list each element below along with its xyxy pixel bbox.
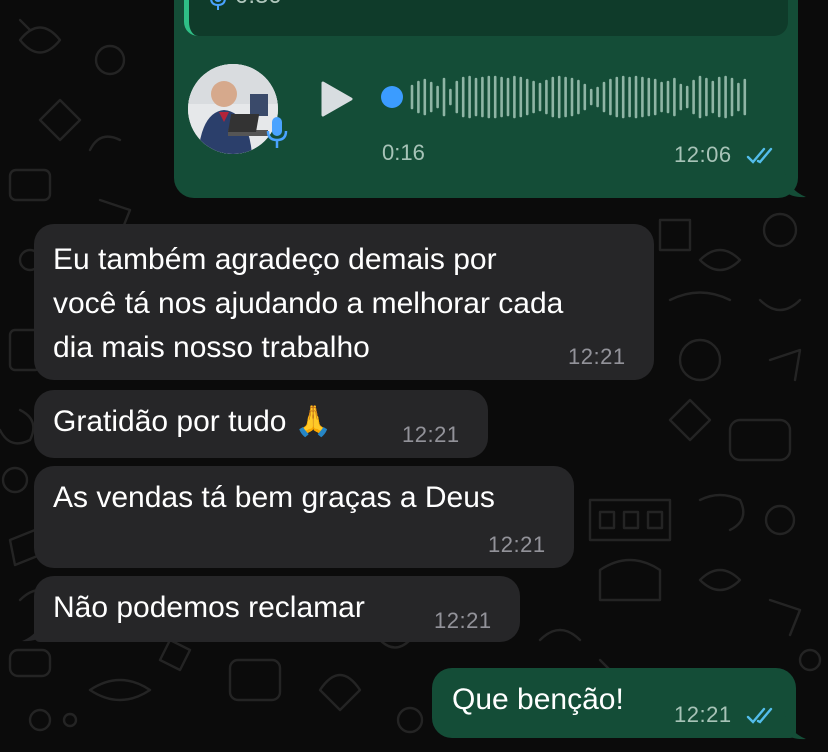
bubble-tail (784, 712, 806, 740)
message-text: Gratidão por tudo 🙏 (53, 405, 333, 438)
message-text: Não podemos reclamar (53, 591, 365, 624)
avatar[interactable] (188, 64, 278, 154)
quoted-voice-duration: 0:30 (235, 0, 282, 10)
mic-icon (209, 0, 227, 17)
message-bubble[interactable]: As vendas tá bem graças a Deus 12:21 (34, 466, 574, 568)
bubble-tail (22, 614, 44, 642)
message-time: 12:21 (488, 532, 546, 557)
double-check-icon (746, 147, 773, 164)
message-text-line: dia mais nosso trabalho (53, 331, 370, 364)
message-text: As vendas tá bem graças a Deus (53, 481, 495, 514)
voice-waveform[interactable] (380, 72, 760, 122)
quoted-voice-message[interactable]: 0:30 (184, 0, 788, 36)
double-check-icon (746, 707, 773, 724)
voice-message-bubble[interactable]: 0:30 0:16 12:06 (174, 0, 798, 198)
message-time: 12:21 (434, 608, 492, 633)
message-bubble[interactable]: Não podemos reclamar 12:21 (34, 576, 520, 642)
message-time: 12:21 (568, 344, 626, 369)
message-text: Que benção! (452, 683, 624, 716)
voice-duration: 0:16 (382, 140, 425, 165)
message-time: 12:21 (674, 702, 732, 727)
scrubber-knob[interactable] (381, 86, 403, 108)
message-text-line: você tá nos ajudando a melhorar cada (53, 287, 564, 320)
message-time: 12:06 (674, 142, 732, 167)
message-bubble[interactable]: Gratidão por tudo 🙏 12:21 (34, 390, 488, 458)
bubble-tail (784, 170, 806, 198)
mic-icon (266, 116, 288, 155)
message-bubble[interactable]: Que benção! 12:21 (432, 668, 796, 738)
message-bubble[interactable]: Eu também agradeço demais por você tá no… (34, 224, 654, 380)
message-time: 12:21 (402, 422, 460, 447)
play-button[interactable] (320, 80, 354, 123)
message-text-line: Eu também agradeço demais por (53, 243, 497, 276)
